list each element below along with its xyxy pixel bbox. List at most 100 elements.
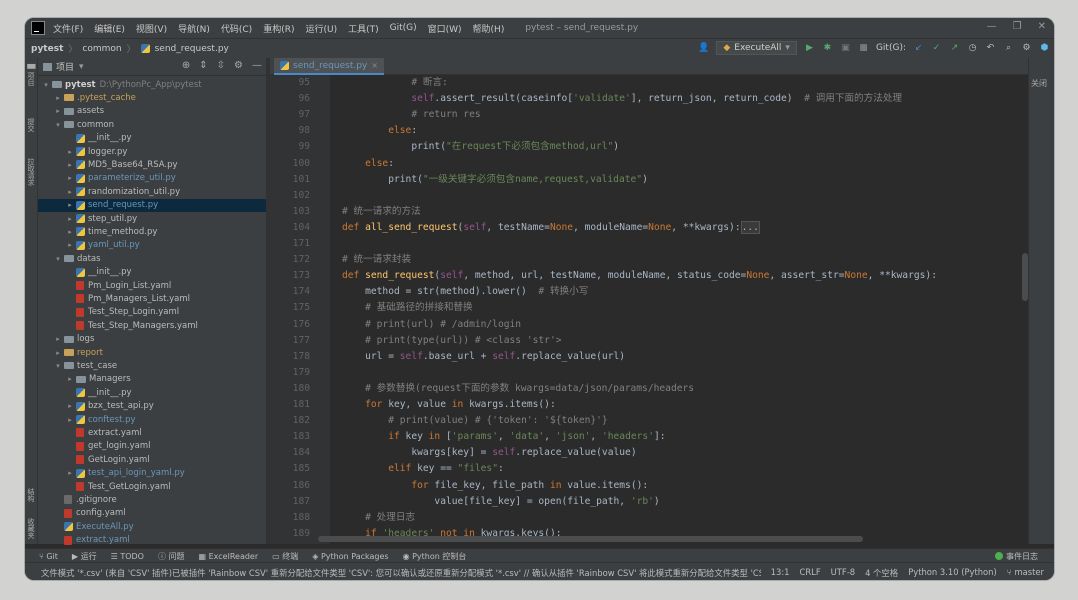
search-icon[interactable]: ⌕ [1003,43,1014,54]
git-push-icon[interactable]: ↗ [949,43,960,54]
horizontal-scrollbar[interactable] [318,536,863,542]
tree-item[interactable]: Pm_Managers_List.yaml [38,292,266,305]
tree-item[interactable]: ▸ assets [38,105,266,118]
python-console-tool-button[interactable]: ◉ Python 控制台 [403,551,467,562]
menu-file[interactable]: 文件(F) [53,22,83,35]
caret-position[interactable]: 13:1 [771,567,790,579]
git-update-icon[interactable]: ↙ [913,43,924,54]
tree-item[interactable]: ▾ datas [38,252,266,265]
tree-item[interactable]: __init__.py [38,266,266,279]
tree-item[interactable]: ▸ bzx_test_api.py [38,400,266,413]
menu-tools[interactable]: 工具(T) [348,22,379,35]
settings-gear-icon[interactable]: ⚙ [1021,43,1032,54]
tree-item[interactable]: ▸ report [38,346,266,359]
chevron-right-icon[interactable]: ▸ [66,402,74,410]
pull-requests-tool-tab[interactable]: 拉取请求 [26,158,36,186]
status-message[interactable]: 文件模式 '*.csv' (来自 'CSV' 插件)已被插件 'Rainbow … [41,567,761,579]
tree-item[interactable]: ▸ parameterize_util.py [38,172,266,185]
hide-panel-icon[interactable]: — [252,60,262,71]
chevron-down-icon[interactable]: ▾ [42,81,50,89]
chevron-right-icon[interactable]: ▸ [54,349,62,357]
chevron-right-icon[interactable]: ▸ [66,215,74,223]
chevron-right-icon[interactable]: ▸ [54,335,62,343]
tree-item[interactable]: ▸ step_util.py [38,212,266,225]
tree-item[interactable]: get_login.yaml [38,440,266,453]
menu-git[interactable]: Git(G) [390,23,417,33]
tree-item[interactable]: __init__.py [38,132,266,145]
structure-tool-tab[interactable]: 结构 [26,488,36,502]
chevron-down-icon[interactable]: ▾ [54,255,62,263]
tree-item[interactable]: ▸ MD5_Base64_RSA.py [38,158,266,171]
tree-item[interactable]: ▸ logs [38,333,266,346]
code-area[interactable]: 95 # 断言: 96 self.assert_result(caseinfo['… [270,75,1028,544]
tree-item[interactable]: Test_Step_Login.yaml [38,306,266,319]
coverage-icon[interactable]: ▣ [840,43,851,54]
rollback-icon[interactable]: ↶ [985,43,996,54]
close-window-icon[interactable]: ✕ [1038,21,1046,32]
tree-item[interactable]: ▸ time_method.py [38,225,266,238]
chevron-right-icon[interactable]: ▸ [66,228,74,236]
breadcrumb-project[interactable]: pytest [31,44,63,54]
chevron-right-icon[interactable]: ▸ [66,148,74,156]
git-branch[interactable]: ⑂ master [1007,567,1044,579]
tree-item[interactable]: extract.yaml [38,426,266,439]
bookmarks-tool-tab[interactable]: 收藏夹 [26,518,36,539]
project-tool-tab[interactable]: ▉ 项目 [26,64,36,86]
project-panel-title[interactable]: 项目 [56,60,74,73]
collapse-all-icon[interactable]: ⇳ [217,60,225,71]
locate-icon[interactable]: ⊕ [182,60,190,71]
tree-item[interactable]: ▸ conftest.py [38,413,266,426]
tree-item[interactable]: ▸ Managers [38,373,266,386]
menu-view[interactable]: 视图(V) [136,22,167,35]
toolbox-icon[interactable]: ⬢ [1039,43,1050,54]
restore-icon[interactable]: ❐ [1013,21,1022,32]
menu-help[interactable]: 帮助(H) [473,22,505,35]
run-icon[interactable]: ▶ [804,43,815,54]
python-interpreter[interactable]: Python 3.10 (Python) [908,567,997,579]
tree-item[interactable]: ExecuteAll.py [38,520,266,533]
user-icon[interactable]: 👤 [698,43,709,54]
chevron-right-icon[interactable]: ▸ [66,188,74,196]
chevron-right-icon[interactable]: ▸ [54,94,62,102]
menu-code[interactable]: 代码(C) [221,22,252,35]
menu-edit[interactable]: 编辑(E) [94,22,125,35]
tree-item[interactable]: ▸ logger.py [38,145,266,158]
chevron-down-icon[interactable]: ▾ [54,121,62,129]
run-config-dropdown[interactable]: ◆ ExecuteAll ▾ [716,41,797,55]
git-tool-button[interactable]: ⑂ Git [39,552,58,561]
tree-item[interactable]: ▸ yaml_util.py [38,239,266,252]
chevron-right-icon[interactable]: ▸ [66,241,74,249]
tree-item[interactable]: config.yaml [38,507,266,520]
tree-item[interactable]: ▸ randomization_util.py [38,185,266,198]
commit-tool-tab[interactable]: 提交 [26,118,36,132]
tree-item[interactable]: ▸ .pytest_cache [38,91,266,104]
todo-tool-button[interactable]: ☰ TODO [111,552,144,561]
tree-item[interactable]: __init__.py [38,386,266,399]
chevron-right-icon[interactable]: ▸ [66,201,74,209]
minimize-icon[interactable]: — [987,21,997,32]
tree-item[interactable]: .gitignore [38,493,266,506]
tree-item[interactable]: extract.yaml [38,534,266,547]
terminal-tool-button[interactable]: ▭ 终端 [272,551,298,562]
tree-item[interactable]: GetLogin.yaml [38,453,266,466]
tree-item[interactable]: Pm_Login_List.yaml [38,279,266,292]
chevron-right-icon[interactable]: ▸ [66,174,74,182]
tree-item[interactable]: ▸ send_request.py [38,198,266,212]
close-tab-icon[interactable]: × [371,61,378,70]
menu-refactor[interactable]: 重构(R) [263,22,294,35]
line-separator[interactable]: CRLF [799,567,820,579]
menu-run[interactable]: 运行(U) [305,22,337,35]
tree-item[interactable]: Test_GetLogin.yaml [38,480,266,493]
tree-item[interactable]: ▸ test_api_login_yaml.py [38,467,266,480]
file-encoding[interactable]: UTF-8 [831,567,855,579]
breadcrumb-file[interactable]: send_request.py [155,44,229,54]
python-packages-tool-button[interactable]: ◈ Python Packages [312,552,388,561]
debug-icon[interactable]: ✱ [822,43,833,54]
tree-item[interactable]: Test_Step_Managers.yaml [38,319,266,332]
chevron-down-icon[interactable]: ▾ [54,362,62,370]
problems-tool-button[interactable]: ⓘ 问题 [158,551,185,562]
excelreader-tool-button[interactable]: ▦ ExcelReader [199,552,259,561]
menu-navigate[interactable]: 导航(N) [178,22,210,35]
panel-settings-icon[interactable]: ⚙ [234,60,243,71]
history-icon[interactable]: ◷ [967,43,978,54]
